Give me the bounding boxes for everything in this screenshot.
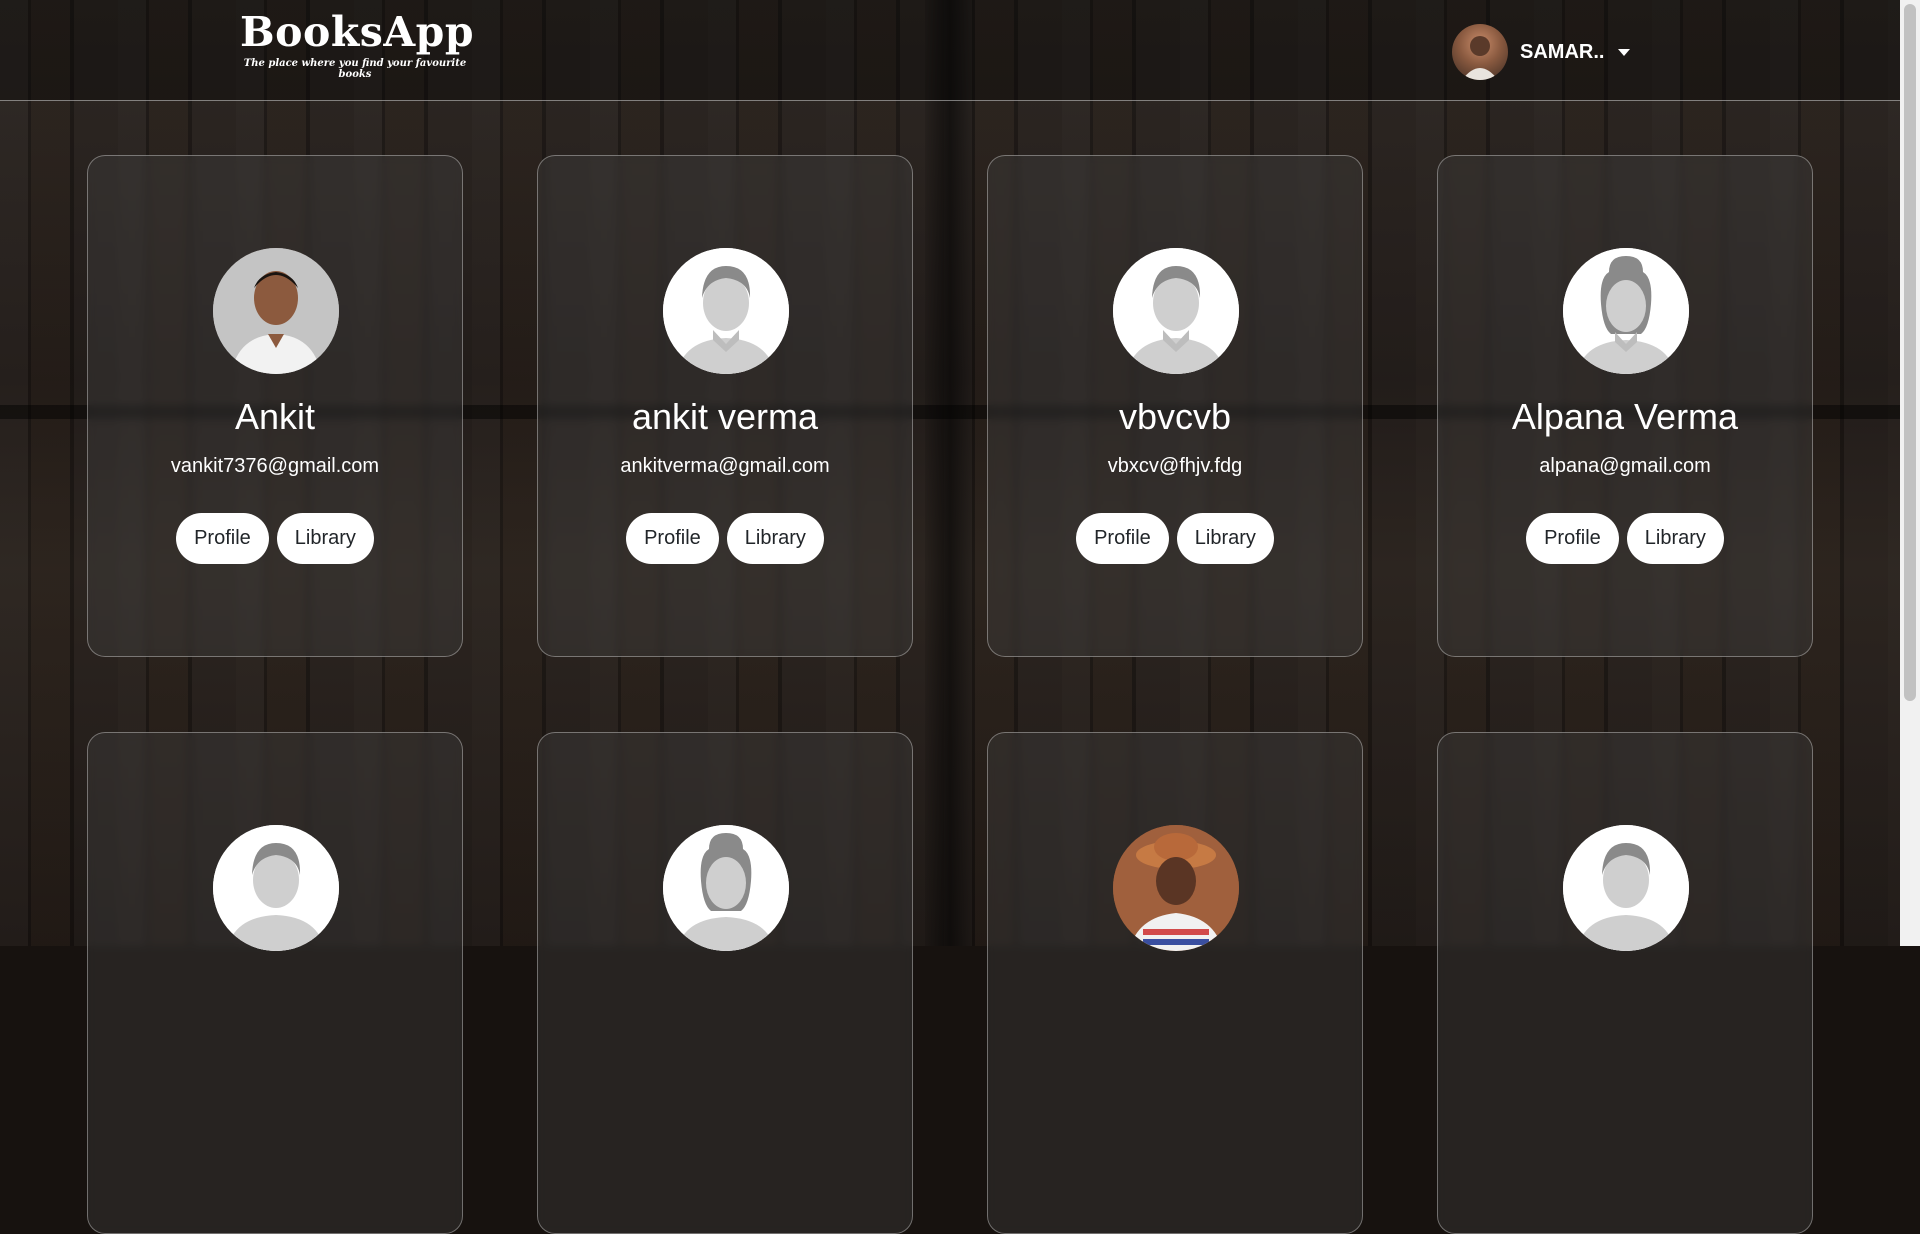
person-photo-icon [213, 248, 339, 374]
avatar [1113, 248, 1239, 374]
user-card [87, 732, 463, 1234]
avatar [1113, 825, 1239, 951]
avatar [1563, 825, 1689, 951]
profile-button[interactable]: Profile [176, 513, 269, 564]
library-button[interactable]: Library [726, 513, 824, 564]
avatar [1563, 248, 1689, 374]
library-button[interactable]: Library [1176, 513, 1274, 564]
profile-button[interactable]: Profile [1076, 513, 1169, 564]
vertical-scrollbar[interactable] [1900, 0, 1920, 946]
library-button[interactable]: Library [1626, 513, 1724, 564]
user-card [537, 732, 913, 1234]
brand-logo[interactable]: BooksApp The place where you find your f… [240, 8, 474, 80]
default-female-avatar-icon [1563, 248, 1689, 374]
user-name: Alpana Verma [1511, 396, 1739, 437]
default-male-avatar-icon [1113, 248, 1239, 374]
user-name: Ankit [234, 396, 316, 437]
user-email: vankit7376@gmail.com [170, 455, 380, 477]
default-male-avatar-icon [213, 825, 339, 951]
profile-button[interactable]: Profile [1526, 513, 1619, 564]
brand-tagline: The place where you find your favourite … [243, 58, 467, 80]
profile-button[interactable]: Profile [626, 513, 719, 564]
user-menu-dropdown[interactable]: SAMAR.. [1452, 24, 1631, 80]
user-card: vbvcvb vbxcv@fhjv.fdg Profile Library [987, 155, 1363, 657]
user-card [987, 732, 1363, 1234]
card-actions: Profile Library [1438, 513, 1812, 564]
navbar: BooksApp The place where you find your f… [0, 0, 1900, 101]
chevron-down-icon [1618, 48, 1631, 56]
scrollbar-thumb[interactable] [1904, 4, 1916, 701]
user-card [1437, 732, 1813, 1234]
default-male-avatar-icon [1563, 825, 1689, 951]
avatar [213, 825, 339, 951]
user-avatar [1452, 24, 1508, 80]
user-cards-grid: Ankit vankit7376@gmail.com Profile Libra… [87, 155, 1813, 1234]
brand-name: BooksApp [240, 8, 474, 56]
avatar [663, 248, 789, 374]
user-name: ankit verma [631, 396, 819, 437]
card-actions: Profile Library [988, 513, 1362, 564]
user-name: vbvcvb [1118, 396, 1232, 437]
user-name: SAMAR.. [1520, 40, 1605, 63]
user-email: vbxcv@fhjv.fdg [1107, 455, 1243, 477]
card-actions: Profile Library [538, 513, 912, 564]
card-actions: Profile Library [88, 513, 462, 564]
user-email: alpana@gmail.com [1539, 455, 1711, 477]
person-photo-icon [1113, 825, 1239, 951]
avatar [213, 248, 339, 374]
avatar [663, 825, 789, 951]
user-card: Alpana Verma alpana@gmail.com Profile Li… [1437, 155, 1813, 657]
user-email: ankitverma@gmail.com [620, 455, 830, 477]
user-photo-icon [1462, 36, 1498, 80]
library-button[interactable]: Library [276, 513, 374, 564]
default-female-avatar-icon [663, 825, 789, 951]
user-card: ankit verma ankitverma@gmail.com Profile… [537, 155, 913, 657]
user-card: Ankit vankit7376@gmail.com Profile Libra… [87, 155, 463, 657]
default-male-avatar-icon [663, 248, 789, 374]
